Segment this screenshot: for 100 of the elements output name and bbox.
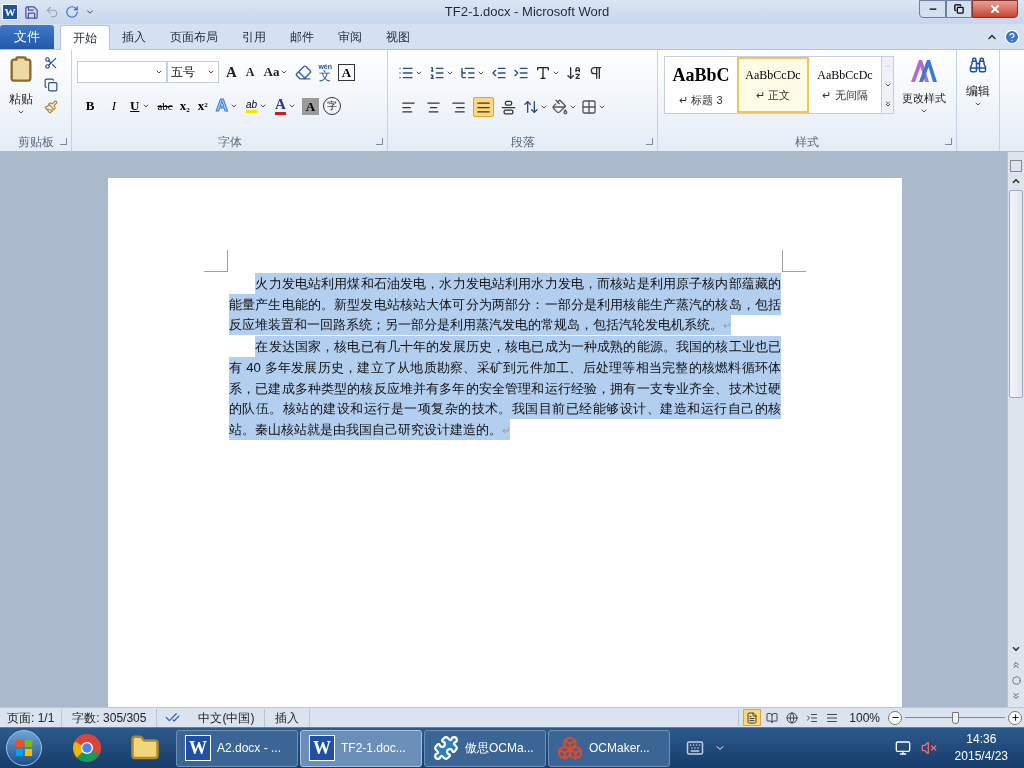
clear-format-icon[interactable] bbox=[295, 63, 313, 81]
ribbon-tab[interactable]: 视图 bbox=[374, 25, 422, 49]
highlight-button[interactable]: ab bbox=[243, 99, 270, 113]
shading-icon[interactable] bbox=[552, 99, 568, 115]
dropdown-icon bbox=[229, 102, 238, 110]
style-item[interactable]: AaBbCcDc ↵ 无间隔 bbox=[809, 57, 881, 113]
zoom-in-button[interactable] bbox=[1008, 710, 1022, 725]
group-label: 段落 bbox=[510, 134, 535, 151]
ribbon-tab[interactable]: 插入 bbox=[110, 25, 158, 49]
clock-date[interactable]: 2015/4/23 bbox=[954, 748, 1008, 765]
redo-icon[interactable] bbox=[65, 5, 79, 19]
font-color-button[interactable]: A bbox=[273, 97, 298, 115]
ribbon-tab[interactable]: 邮件 bbox=[278, 25, 326, 49]
editing-button[interactable]: 编辑 bbox=[957, 50, 999, 151]
taskbar-button[interactable]: OCMaker... bbox=[548, 729, 670, 767]
decrease-indent-icon[interactable] bbox=[491, 65, 507, 81]
zoom-slider[interactable] bbox=[905, 711, 1005, 724]
numbering-icon[interactable] bbox=[429, 65, 445, 81]
crop-mark bbox=[782, 250, 806, 272]
scroll-thumb[interactable] bbox=[1009, 190, 1023, 398]
sort-icon[interactable] bbox=[566, 65, 582, 81]
vertical-scrollbar[interactable] bbox=[1007, 152, 1024, 707]
style-item[interactable]: AaBbCcDc ↵ 正文 bbox=[737, 57, 809, 113]
word-count[interactable]: 字数: 305/305 bbox=[62, 708, 158, 727]
zoom-slider-thumb[interactable] bbox=[951, 711, 959, 724]
multilevel-list-icon[interactable] bbox=[460, 65, 476, 81]
binoculars-icon bbox=[969, 56, 987, 74]
increase-indent-icon[interactable] bbox=[513, 65, 529, 81]
justify-button[interactable] bbox=[473, 97, 494, 117]
browse-object-icon[interactable] bbox=[1011, 676, 1021, 685]
grow-font-button[interactable]: A bbox=[224, 60, 239, 84]
volume-muted-icon[interactable] bbox=[920, 740, 937, 756]
superscript-button[interactable]: x$^{2}$ bbox=[195, 96, 210, 116]
group-label: 剪贴板 bbox=[17, 134, 54, 151]
scroll-down-icon[interactable] bbox=[1011, 644, 1021, 654]
customize-toolbar-icon[interactable] bbox=[85, 7, 95, 17]
language-status[interactable]: 中文(中国) bbox=[188, 708, 266, 727]
save-icon[interactable] bbox=[24, 4, 39, 20]
plus-icon bbox=[1010, 713, 1020, 722]
paste-button[interactable]: 粘贴 bbox=[6, 54, 36, 133]
network-icon[interactable] bbox=[894, 740, 911, 756]
windows-logo-icon bbox=[15, 739, 33, 757]
insert-mode-status[interactable]: 插入 bbox=[265, 708, 311, 727]
format-painter-icon[interactable] bbox=[44, 100, 58, 114]
dialog-launcher-icon[interactable] bbox=[945, 138, 952, 145]
close-button[interactable] bbox=[972, 0, 1018, 18]
align-icon bbox=[401, 99, 416, 115]
change-styles-button[interactable]: 更改样式 bbox=[898, 56, 950, 115]
align-icon bbox=[426, 99, 441, 115]
show-marks-icon[interactable] bbox=[588, 65, 604, 81]
font-name-field[interactable] bbox=[77, 61, 167, 83]
ribbon-tab[interactable]: 引用 bbox=[230, 25, 278, 49]
taskbar-button[interactable]: 傲思OCMa... bbox=[424, 729, 546, 767]
file-tab[interactable]: 文件 bbox=[0, 25, 54, 49]
dropdown-icon bbox=[259, 102, 268, 110]
dropdown-icon bbox=[142, 102, 151, 110]
cut-icon[interactable] bbox=[44, 56, 58, 70]
copy-icon[interactable] bbox=[44, 78, 58, 92]
dialog-launcher-icon[interactable] bbox=[646, 138, 653, 145]
ribbon-tab[interactable]: 开始 bbox=[60, 25, 110, 50]
taskbar-button[interactable]: W TF2-1.doc... bbox=[300, 729, 422, 767]
scroll-up-icon[interactable] bbox=[1011, 176, 1021, 186]
help-icon[interactable] bbox=[1004, 29, 1020, 45]
close-icon bbox=[989, 3, 1001, 15]
line-spacing-icon[interactable] bbox=[523, 99, 539, 115]
bold-button[interactable]: B bbox=[80, 96, 100, 116]
restore-button[interactable] bbox=[946, 0, 972, 18]
underline-button[interactable]: U bbox=[128, 96, 153, 116]
character-shading-button[interactable]: A bbox=[301, 97, 319, 115]
italic-button[interactable]: I bbox=[104, 96, 124, 116]
view-ruler-icon[interactable] bbox=[1010, 160, 1022, 172]
ribbon-tab[interactable]: 页面布局 bbox=[158, 25, 230, 49]
strikethrough-button[interactable]: abc bbox=[156, 97, 174, 115]
font-size-field[interactable]: 五号 bbox=[167, 61, 219, 83]
clock-time[interactable]: 14:36 bbox=[966, 731, 997, 748]
taskbar-button[interactable]: W A2.docx - ... bbox=[176, 729, 298, 767]
ribbon-tab[interactable]: 审阅 bbox=[326, 25, 374, 49]
start-button[interactable] bbox=[6, 730, 42, 766]
page-count[interactable]: 页面: 1/1 bbox=[0, 708, 63, 727]
subscript-button[interactable]: x$_{2}$ bbox=[177, 96, 192, 116]
bullets-icon[interactable] bbox=[398, 65, 414, 81]
puzzle-icon bbox=[433, 735, 459, 761]
view-icon bbox=[746, 711, 759, 724]
print-layout-button[interactable] bbox=[743, 709, 762, 726]
restore-icon bbox=[954, 4, 964, 14]
dialog-launcher-icon[interactable] bbox=[60, 138, 67, 145]
next-page-icon[interactable] bbox=[1011, 691, 1021, 701]
chinese-layout-icon[interactable] bbox=[535, 65, 551, 81]
change-case-button[interactable]: Aa bbox=[261, 62, 291, 82]
style-item[interactable]: AaBbC ↵ 标题 3 bbox=[665, 57, 737, 113]
dialog-launcher-icon[interactable] bbox=[376, 138, 383, 145]
borders-icon[interactable] bbox=[581, 99, 597, 115]
minimize-button[interactable] bbox=[919, 0, 946, 18]
zoom-out-button[interactable] bbox=[888, 710, 902, 725]
zoom-level[interactable]: 100% bbox=[841, 708, 888, 727]
character-border-button[interactable]: A bbox=[338, 63, 356, 81]
shrink-font-button[interactable]: A bbox=[243, 63, 257, 81]
previous-page-icon[interactable] bbox=[1011, 660, 1021, 670]
browser-icon[interactable] bbox=[72, 733, 102, 763]
keyboard-icon[interactable] bbox=[686, 739, 704, 757]
